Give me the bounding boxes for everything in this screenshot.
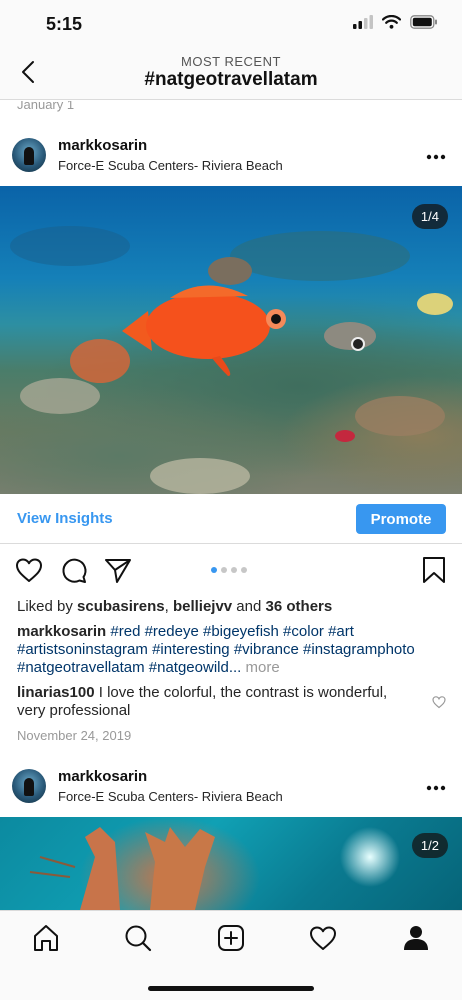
header-subtitle: MOST RECENT — [181, 54, 281, 69]
hashtag[interactable]: #redeye — [145, 623, 199, 640]
nav-header: MOST RECENT #natgeotravellatam — [0, 48, 462, 100]
carousel-dots — [211, 567, 247, 573]
home-indicator — [148, 986, 314, 991]
more-options-icon[interactable] — [426, 785, 446, 791]
avatar[interactable] — [12, 769, 46, 803]
battery-icon — [410, 15, 437, 29]
post-header: markkosarin Force-E Scuba Centers- Rivie… — [0, 130, 462, 188]
post-location[interactable]: Force-E Scuba Centers- Riviera Beach — [58, 158, 283, 173]
hashtag[interactable]: #natgeotravellatam — [17, 659, 145, 676]
comment-icon[interactable] — [59, 555, 89, 585]
search-icon[interactable] — [123, 923, 153, 953]
more-options-icon[interactable] — [426, 154, 446, 160]
carousel-counter: 1/2 — [411, 833, 448, 858]
caption-more-link[interactable]: more — [246, 659, 280, 676]
likes-separator: , — [164, 598, 173, 615]
wifi-icon — [382, 15, 401, 29]
likes-and: and — [232, 598, 266, 615]
hashtag[interactable]: #color — [283, 623, 324, 640]
liked-by-user[interactable]: belliejvv — [173, 598, 232, 615]
post-actions — [0, 551, 462, 591]
post-caption: markkosarin #red #redeye #bigeyefish #co… — [17, 623, 437, 677]
tab-bar — [0, 910, 462, 1000]
activity-heart-icon[interactable] — [308, 923, 338, 953]
post-header: markkosarin Force-E Scuba Centers- Rivie… — [0, 761, 462, 819]
hashtag[interactable]: #bigeyefish — [203, 623, 279, 640]
view-insights-link[interactable]: View Insights — [17, 510, 113, 527]
comment-like-heart-icon[interactable] — [432, 695, 446, 709]
liked-by-user[interactable]: scubasirens — [77, 598, 165, 615]
page-title: #natgeotravellatam — [144, 69, 318, 90]
profile-icon[interactable] — [401, 923, 431, 953]
promote-button[interactable]: Promote — [356, 504, 446, 534]
carousel-dot — [231, 567, 237, 573]
post-username[interactable]: markkosarin — [58, 137, 147, 154]
post-photo[interactable]: 1/4 — [0, 186, 462, 494]
status-time: 5:15 — [46, 14, 83, 34]
hashtag[interactable]: #vibrance — [234, 641, 299, 658]
home-icon[interactable] — [31, 923, 61, 953]
carousel-dot — [241, 567, 247, 573]
like-heart-icon[interactable] — [14, 555, 44, 585]
carousel-counter: 1/4 — [411, 204, 448, 229]
status-icons — [353, 15, 438, 29]
post-photo[interactable]: 1/2 — [0, 817, 462, 910]
cellular-signal-icon — [353, 15, 373, 29]
feed[interactable]: January 1 markkosarin Force-E Scuba Cent… — [0, 101, 462, 910]
bookmark-icon[interactable] — [419, 555, 449, 585]
coral-illustration — [29, 827, 215, 910]
caption-username[interactable]: markkosarin — [17, 623, 106, 640]
hashtag[interactable]: #natgeowild... — [149, 659, 242, 676]
hashtag[interactable]: #artistsoninstagram — [17, 641, 148, 658]
post-username[interactable]: markkosarin — [58, 768, 147, 785]
hashtag[interactable]: #red — [110, 623, 140, 640]
avatar[interactable] — [12, 138, 46, 172]
carousel-dot — [221, 567, 227, 573]
carousel-dot-active — [211, 567, 217, 573]
status-bar: 5:15 — [0, 0, 462, 48]
comment: linarias100 I love the colorful, the con… — [17, 684, 417, 720]
post-location[interactable]: Force-E Scuba Centers- Riviera Beach — [58, 789, 283, 804]
add-post-icon[interactable] — [216, 923, 246, 953]
likes-prefix: Liked by — [17, 598, 78, 615]
insights-bar: View Insights Promote — [0, 494, 462, 544]
red-fish-illustration — [10, 226, 453, 494]
likes-summary[interactable]: Liked by scubasirens, belliejvv and 36 o… — [17, 598, 332, 615]
post-date: November 24, 2019 — [17, 728, 132, 743]
comment-username[interactable]: linarias100 — [17, 684, 95, 701]
hashtag[interactable]: #art — [328, 623, 354, 640]
hashtag[interactable]: #interesting — [152, 641, 230, 658]
share-send-icon[interactable] — [103, 555, 133, 585]
likes-others-count[interactable]: 36 others — [266, 598, 333, 615]
previous-post-date: January 1 — [17, 101, 75, 112]
hashtag[interactable]: #instagramphoto — [303, 641, 415, 658]
